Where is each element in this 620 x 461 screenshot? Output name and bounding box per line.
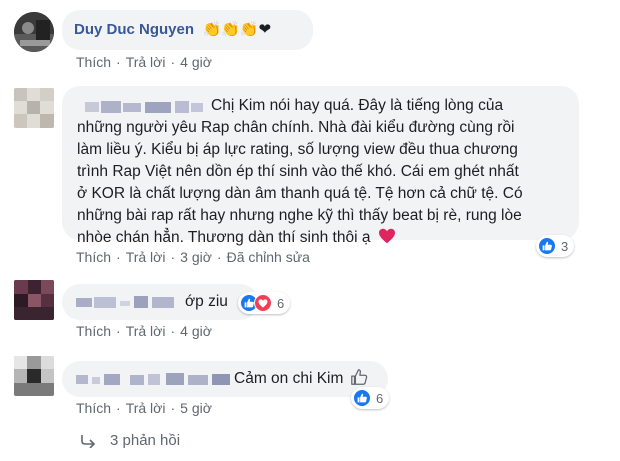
comment-actions: Thích · Trả lời · 5 giờ (76, 400, 212, 416)
redacted-name-image (76, 295, 174, 308)
reply-link[interactable]: Trả lời (126, 54, 166, 70)
timestamp[interactable]: 4 giờ (180, 54, 212, 70)
like-link[interactable]: Thích (76, 400, 111, 416)
view-replies-link[interactable]: 3 phản hồi (80, 432, 180, 449)
redacted-name-image (76, 372, 230, 385)
comment-text: Cảm on chi Kim (234, 370, 344, 387)
comment-line: trình Rap Việt nên dồn ép thí sinh vào t… (77, 163, 519, 180)
comment-bubble: Duy Duc Nguyen 👏👏👏❤ (62, 10, 313, 50)
comment-line: những bài rap rất hay nhưng nghe kỹ thì … (77, 207, 522, 224)
timestamp[interactable]: 3 giờ (180, 249, 212, 265)
blurred-author-name[interactable] (74, 372, 232, 386)
comment-actions: Thích · Trả lời · 4 giờ (76, 323, 212, 339)
like-link[interactable]: Thích (76, 323, 111, 339)
comment-line: những người yêu Rap chân chính. Nhà đài … (77, 119, 515, 136)
reply-link[interactable]: Trả lời (126, 323, 166, 339)
reaction-count: 6 (376, 390, 384, 406)
redacted-name-image (85, 100, 203, 113)
comment-line: Chị Kim nói hay quá. Đây là tiếng lòng c… (211, 97, 504, 114)
comment-text: ớp ziu (185, 293, 228, 310)
avatar-image (14, 12, 54, 52)
comment-bubble: Cảm on chi Kim (62, 361, 388, 397)
avatar[interactable] (14, 88, 54, 128)
comment-bubble: ớp ziu (62, 284, 258, 320)
clap-emoji-icon: 👏👏👏❤ (202, 21, 272, 38)
like-link[interactable]: Thích (76, 54, 111, 70)
thumbs-up-emoji-icon (351, 369, 368, 385)
like-reaction-icon (538, 237, 556, 255)
timestamp[interactable]: 4 giờ (180, 323, 212, 339)
reaction-badge[interactable]: 3 (536, 235, 575, 257)
reaction-count: 6 (277, 295, 285, 311)
reply-link[interactable]: Trả lời (126, 400, 166, 416)
like-link[interactable]: Thích (76, 249, 111, 265)
comment-line: nhòe chán hẳn. Thương dàn thí sinh thôi … (77, 229, 371, 246)
replies-count-label: 3 phản hồi (110, 432, 181, 449)
author-name[interactable]: Duy Duc Nguyen (74, 21, 194, 38)
like-reaction-icon (353, 389, 371, 407)
love-reaction-icon (254, 294, 272, 312)
reaction-badge[interactable]: 6 (351, 387, 390, 409)
avatar-image (14, 88, 54, 128)
comment-actions: Thích · Trả lời · 3 giờ · Đã chỉnh sửa (76, 249, 310, 265)
reaction-badge[interactable]: 6 (238, 292, 291, 314)
edited-label[interactable]: Đã chỉnh sửa (227, 249, 310, 265)
blurred-author-name[interactable] (77, 99, 205, 113)
avatar[interactable] (14, 356, 54, 396)
comment-bubble: Chị Kim nói hay quá. Đây là tiếng lòng c… (62, 86, 579, 246)
reaction-count: 3 (561, 238, 569, 254)
avatar[interactable] (14, 280, 54, 320)
reply-link[interactable]: Trả lời (126, 249, 166, 265)
timestamp[interactable]: 5 giờ (180, 400, 212, 416)
comment-line: ở KOR là chất lượng dàn âm thanh quá tệ.… (77, 185, 523, 202)
comment-actions: Thích · Trả lời · 4 giờ (76, 54, 212, 70)
avatar[interactable] (14, 12, 54, 52)
comment-text: Chị Kim nói hay quá. Đây là tiếng lòng c… (77, 95, 567, 249)
comment-line: làm liều ý. Kiểu bị áp lực rating, số lư… (77, 141, 518, 158)
heart-emoji-icon (378, 228, 395, 244)
reply-arrow-icon (81, 434, 96, 448)
avatar-image (14, 356, 54, 396)
blurred-author-name[interactable] (74, 295, 182, 309)
avatar-image (14, 280, 54, 320)
